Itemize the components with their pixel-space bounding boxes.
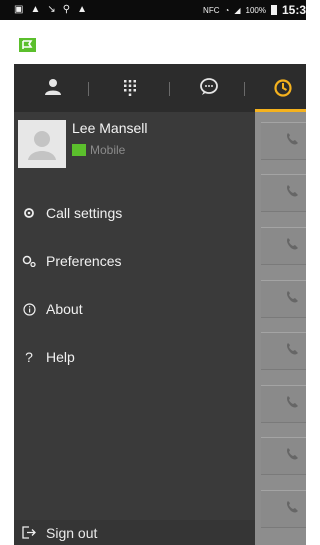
menu-item-about[interactable]: About [14, 293, 255, 325]
clock: 15:3 [281, 3, 306, 17]
battery-percentage: 100% [245, 5, 266, 15]
presence-label: Mobile [90, 143, 126, 157]
tab-separator [244, 82, 245, 96]
contacts-icon[interactable] [44, 78, 62, 96]
gallery-icon: ▣ [14, 4, 24, 15]
sign-out-button[interactable]: Sign out [14, 520, 255, 545]
nfc-icon: NFC [203, 5, 220, 15]
menu-item-preferences[interactable]: Preferences [14, 245, 255, 277]
phone-icon [287, 185, 298, 197]
app-header [0, 20, 306, 64]
info-icon [14, 302, 44, 316]
status-bar: ▣ ▲ ↘ ⚲ ▲ NFC ◔ ◢ 100% 15:3 [0, 0, 306, 20]
active-tab-indicator [255, 109, 306, 112]
menu-item-label: Call settings [46, 205, 123, 221]
phone-icon [287, 238, 298, 250]
phone-icon [287, 133, 298, 145]
warning-icon: ▲ [77, 4, 87, 15]
call-row[interactable] [261, 437, 306, 475]
call-row[interactable] [261, 122, 306, 160]
menu-item-label: Help [46, 349, 75, 365]
call-row[interactable] [261, 174, 306, 212]
call-history-icon [274, 79, 292, 97]
gear-icon [14, 207, 44, 219]
menu-item-help[interactable]: ? Help [14, 341, 255, 373]
call-row[interactable] [261, 490, 306, 528]
navigation-drawer: Lee Mansell Mobile Call settings Prefere… [14, 64, 255, 545]
missed-call-icon: ↘ [47, 4, 56, 15]
warning-icon: ▲ [30, 4, 41, 15]
wifi-icon: ◔ [224, 5, 230, 15]
menu-item-label: Preferences [46, 253, 122, 269]
phone-icon [287, 501, 298, 513]
battery-icon [270, 5, 277, 15]
call-history-panel [255, 64, 306, 545]
menu-item-call-settings[interactable]: Call settings [14, 197, 255, 229]
default-avatar-icon [28, 131, 56, 160]
call-row[interactable] [261, 227, 306, 265]
phone-icon [287, 291, 298, 303]
phone-icon [287, 343, 298, 355]
signal-icon: ◢ [234, 5, 241, 15]
tab-bar [14, 64, 255, 112]
user-profile[interactable]: Lee Mansell Mobile [14, 112, 255, 182]
sign-out-icon [14, 526, 44, 539]
chat-icon[interactable] [199, 78, 219, 96]
phone-icon [287, 396, 298, 408]
menu-item-label: About [46, 301, 83, 317]
app-logo-icon [19, 38, 36, 52]
tab-call-history[interactable] [255, 64, 306, 112]
call-row[interactable] [261, 385, 306, 423]
call-row[interactable] [261, 280, 306, 318]
call-row[interactable] [261, 332, 306, 370]
phone-icon [287, 448, 298, 460]
sign-out-label: Sign out [46, 524, 98, 541]
usb-icon: ⚲ [62, 4, 71, 15]
preferences-icon [14, 255, 44, 267]
presence-status[interactable]: Mobile [72, 143, 125, 157]
tab-separator [88, 82, 89, 96]
dialpad-icon[interactable] [121, 78, 139, 96]
user-name: Lee Mansell [72, 120, 148, 136]
avatar [18, 120, 66, 168]
presence-icon [72, 144, 86, 156]
tab-separator [169, 82, 170, 96]
help-icon: ? [25, 349, 33, 365]
